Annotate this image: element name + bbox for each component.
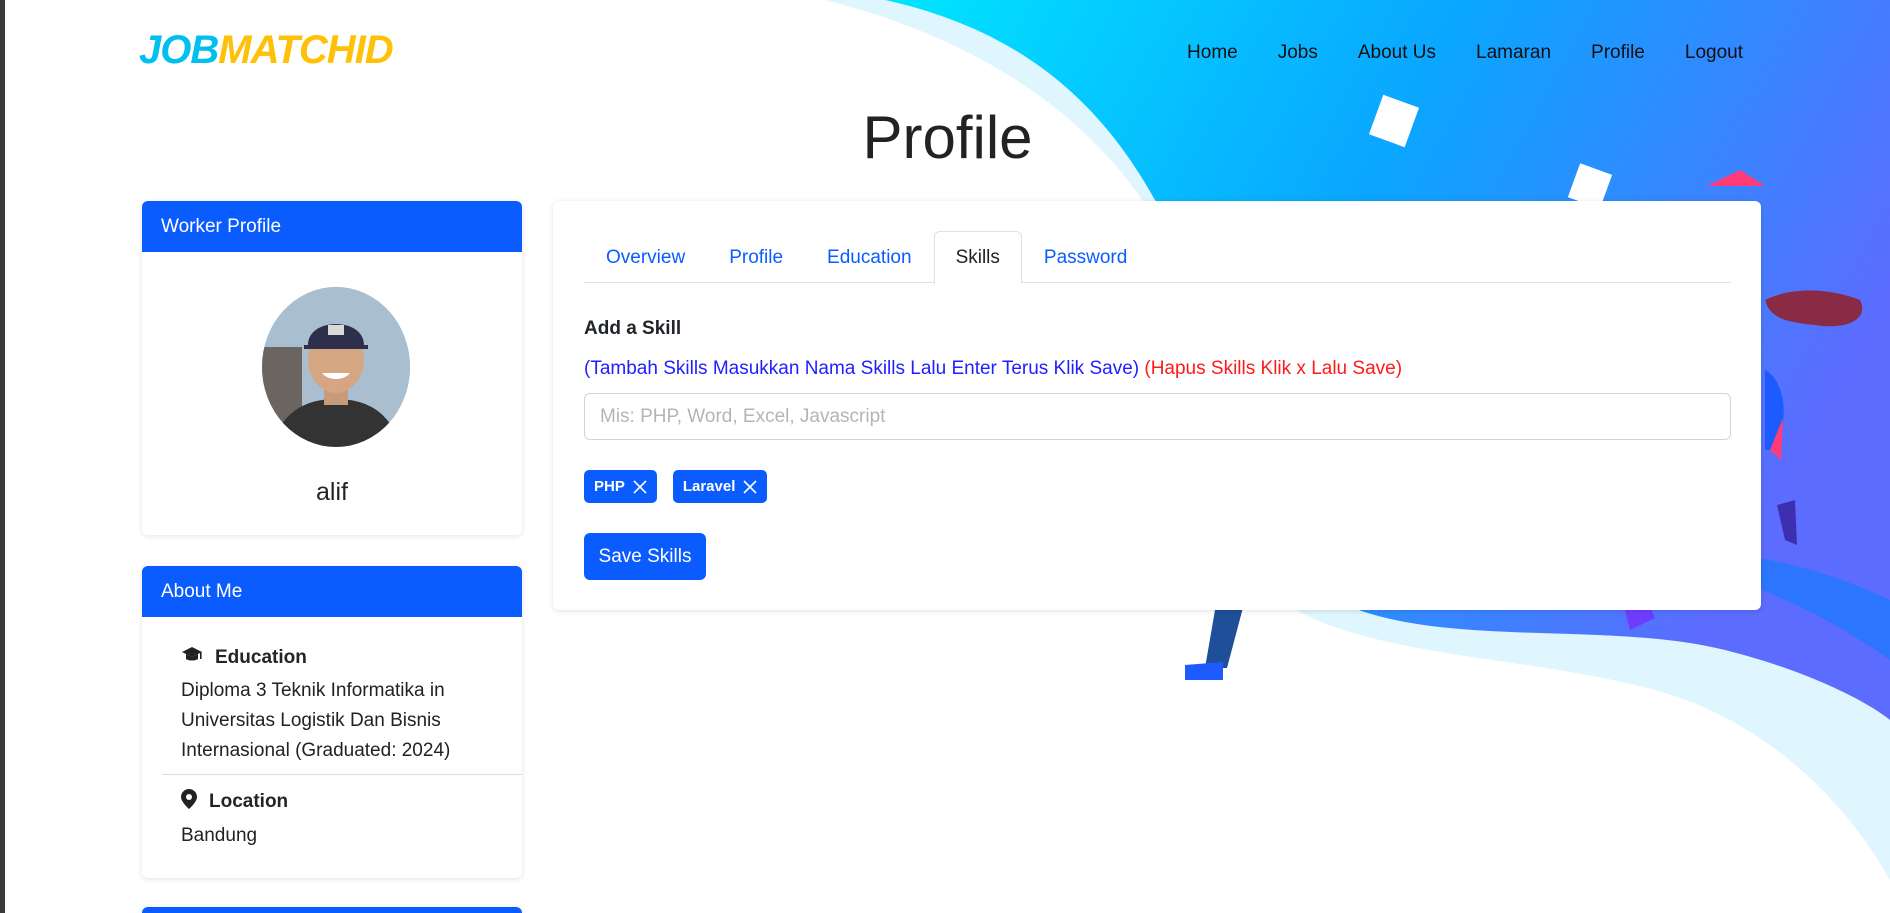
worker-profile-header: Worker Profile bbox=[142, 201, 522, 252]
skills-hint: (Tambah Skills Masukkan Nama Skills Lalu… bbox=[584, 358, 1402, 380]
tab-profile[interactable]: Profile bbox=[707, 231, 805, 282]
nav-lamaran[interactable]: Lamaran bbox=[1456, 42, 1571, 64]
location-label: Location bbox=[209, 791, 289, 812]
divider bbox=[162, 774, 522, 775]
save-skills-button[interactable]: Save Skills bbox=[584, 533, 706, 580]
nav-about-us[interactable]: About Us bbox=[1338, 42, 1456, 64]
nav-logout[interactable]: Logout bbox=[1665, 42, 1743, 64]
hint-remove: (Hapus Skills Klik x Lalu Save) bbox=[1144, 358, 1403, 379]
brand-logo-part1: JOB bbox=[139, 28, 219, 72]
worker-name: alif bbox=[316, 478, 348, 506]
skill-tags: PHP Laravel bbox=[584, 470, 768, 503]
skill-tag: PHP bbox=[584, 470, 657, 503]
location-value: Bandung bbox=[181, 825, 258, 846]
nav-home[interactable]: Home bbox=[1167, 42, 1258, 64]
education-line: Universitas Logistik Dan Bisnis bbox=[181, 710, 441, 731]
main-nav: Home Jobs About Us Lamaran Profile Logou… bbox=[1167, 42, 1743, 64]
about-me-header: About Me bbox=[142, 566, 522, 617]
add-skill-label: Add a Skill bbox=[584, 318, 682, 339]
next-card-header bbox=[142, 907, 522, 913]
profile-tabs: Overview Profile Education Skills Passwo… bbox=[584, 231, 1731, 284]
education-label: Education bbox=[215, 647, 307, 668]
page-title: Profile bbox=[862, 104, 1033, 171]
skill-tag: Laravel bbox=[672, 470, 768, 503]
education-line: Diploma 3 Teknik Informatika in bbox=[181, 680, 445, 701]
nav-jobs[interactable]: Jobs bbox=[1258, 42, 1338, 64]
page: JOBMATCHID Home Jobs About Us Lamaran Pr… bbox=[5, 0, 1890, 913]
education-value: Diploma 3 Teknik Informatika in Universi… bbox=[181, 676, 502, 766]
brand-logo-part2: MATCHID bbox=[218, 28, 393, 72]
tab-education[interactable]: Education bbox=[805, 231, 934, 282]
tab-overview[interactable]: Overview bbox=[584, 231, 707, 282]
skill-tag-label: PHP bbox=[594, 478, 625, 495]
profile-main-card: Overview Profile Education Skills Passwo… bbox=[553, 201, 1761, 610]
skill-input[interactable] bbox=[584, 393, 1731, 440]
map-pin-icon bbox=[181, 789, 197, 815]
tab-password[interactable]: Password bbox=[1022, 231, 1149, 282]
brand-logo[interactable]: JOBMATCHID bbox=[139, 28, 394, 73]
nav-profile[interactable]: Profile bbox=[1571, 42, 1665, 64]
education-line: Internasional (Graduated: 2024) bbox=[181, 740, 451, 761]
remove-tag-icon[interactable] bbox=[743, 479, 757, 494]
avatar bbox=[262, 287, 410, 447]
graduation-cap-icon bbox=[181, 646, 203, 670]
about-me-card: About Me Education Diploma 3 Teknik Info… bbox=[142, 566, 522, 878]
tab-skills[interactable]: Skills bbox=[933, 231, 1022, 284]
hint-add: (Tambah Skills Masukkan Nama Skills Lalu… bbox=[584, 358, 1140, 379]
remove-tag-icon[interactable] bbox=[633, 479, 647, 494]
worker-profile-card: Worker Profile alif bbox=[142, 201, 522, 535]
skill-tag-label: Laravel bbox=[682, 478, 736, 495]
